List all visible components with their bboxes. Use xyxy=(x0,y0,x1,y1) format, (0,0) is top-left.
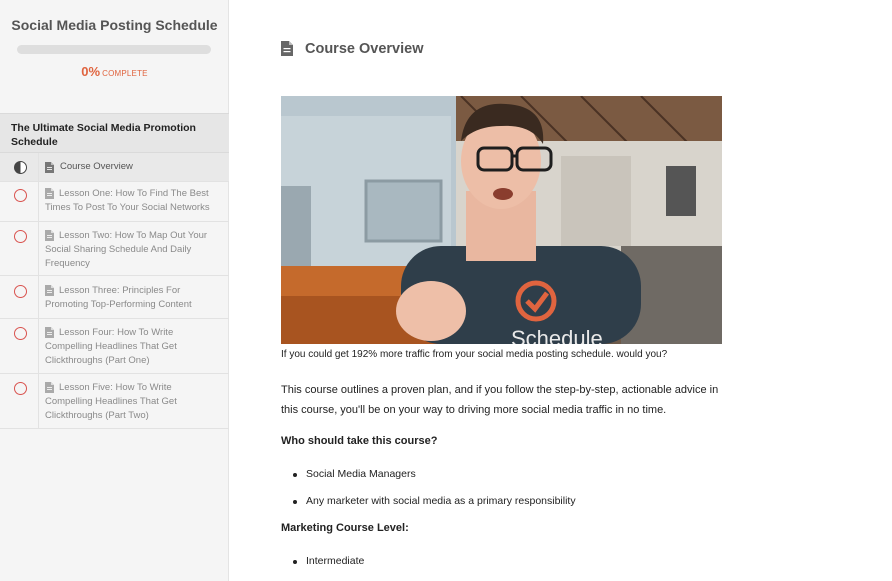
incomplete-circle-icon xyxy=(14,382,27,395)
intro-paragraph: This course outlines a proven plan, and … xyxy=(281,384,719,416)
lesson-label: Course Overview xyxy=(60,161,133,172)
lesson-status xyxy=(0,276,39,318)
shirt-logo-text: Schedule xyxy=(511,326,603,344)
list-item: Social Media Managers xyxy=(293,468,416,480)
lesson-status xyxy=(0,319,39,373)
half-circle-icon xyxy=(14,161,27,174)
course-title: Social Media Posting Schedule xyxy=(11,17,218,33)
lesson-status xyxy=(0,153,39,181)
incomplete-circle-icon xyxy=(14,285,27,298)
lesson-label: Lesson One: How To Find The Best Times T… xyxy=(45,188,210,213)
video-caption: If you could get 192% more traffic from … xyxy=(281,349,668,360)
document-icon xyxy=(281,41,293,56)
lesson-item-lesson-three[interactable]: Lesson Three: Principles For Promoting T… xyxy=(0,276,229,319)
lesson-label: Lesson Five: How To Write Compelling Hea… xyxy=(45,382,177,421)
page-title: Course Overview xyxy=(305,41,424,57)
lesson-item-lesson-two[interactable]: Lesson Two: How To Map Out Your Social S… xyxy=(0,222,229,276)
level-heading: Marketing Course Level: xyxy=(281,522,409,534)
document-icon xyxy=(45,162,54,173)
course-sidebar: Social Media Posting Schedule 0% COMPLETE… xyxy=(0,0,229,581)
progress-label: 0% COMPLETE xyxy=(0,63,229,81)
list-item: Any marketer with social media as a prim… xyxy=(293,495,576,507)
lesson-status xyxy=(0,374,39,428)
incomplete-circle-icon xyxy=(14,189,27,202)
lesson-status xyxy=(0,182,39,221)
lesson-label: Lesson Four: How To Write Compelling Hea… xyxy=(45,327,177,366)
list-item: Intermediate xyxy=(292,555,364,567)
lesson-item-lesson-one[interactable]: Lesson One: How To Find The Best Times T… xyxy=(0,182,229,222)
lesson-label: Lesson Two: How To Map Out Your Social S… xyxy=(45,230,208,269)
lesson-label: Lesson Three: Principles For Promoting T… xyxy=(45,285,192,310)
course-video[interactable]: Schedule xyxy=(281,96,722,344)
progress-percent: 0% xyxy=(81,64,101,79)
progress-complete-label: COMPLETE xyxy=(102,69,148,78)
video-thumbnail: Schedule xyxy=(281,96,722,344)
lesson-item-course-overview[interactable]: Course Overview xyxy=(0,153,229,182)
lesson-item-lesson-four[interactable]: Lesson Four: How To Write Compelling Hea… xyxy=(0,319,229,374)
lesson-item-lesson-five[interactable]: Lesson Five: How To Write Compelling Hea… xyxy=(0,374,229,429)
section-title[interactable]: The Ultimate Social Media Promotion Sche… xyxy=(0,113,229,153)
incomplete-circle-icon xyxy=(14,230,27,243)
progress-bar xyxy=(17,45,211,54)
lesson-status xyxy=(0,222,39,275)
incomplete-circle-icon xyxy=(14,327,27,340)
who-heading: Who should take this course? xyxy=(281,435,438,447)
